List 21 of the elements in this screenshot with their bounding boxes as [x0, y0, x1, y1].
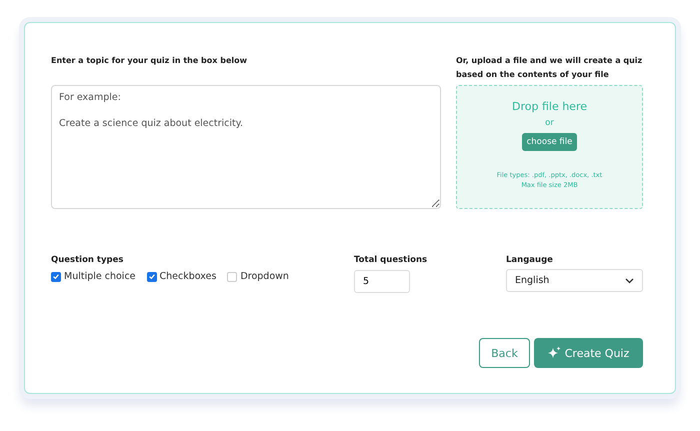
create-quiz-button[interactable]: Create Quiz	[534, 338, 643, 368]
choose-file-button[interactable]: choose file	[522, 133, 578, 151]
back-button[interactable]: Back	[479, 338, 530, 368]
total-questions-label: Total questions	[354, 255, 428, 265]
checkbox-label: Checkboxes	[160, 271, 216, 282]
sparkle-icon	[548, 346, 561, 360]
topic-field[interactable]: For example: Create a science quiz about electricity.	[51, 85, 441, 209]
language-label: Langauge	[506, 255, 554, 265]
topic-label: Enter a topic for your quiz in the box below	[51, 55, 248, 67]
total-questions-field[interactable]: 5	[354, 270, 410, 293]
language-dropdown[interactable]: English	[506, 269, 643, 292]
checkbox[interactable]	[51, 272, 61, 282]
checkbox-label: Dropdown	[240, 271, 289, 282]
checkbox[interactable]	[146, 272, 157, 282]
checkbox[interactable]	[227, 272, 238, 282]
or-text: or	[545, 118, 554, 128]
upload-label: Or, upload a file and we will create a quiz based on the contents of your file	[456, 55, 643, 81]
drop-text: Drop file here	[512, 100, 587, 113]
question-types-label: Question types	[51, 255, 124, 265]
checkbox-label: Multiple choice	[64, 271, 136, 282]
chevron-down-icon	[625, 278, 634, 284]
